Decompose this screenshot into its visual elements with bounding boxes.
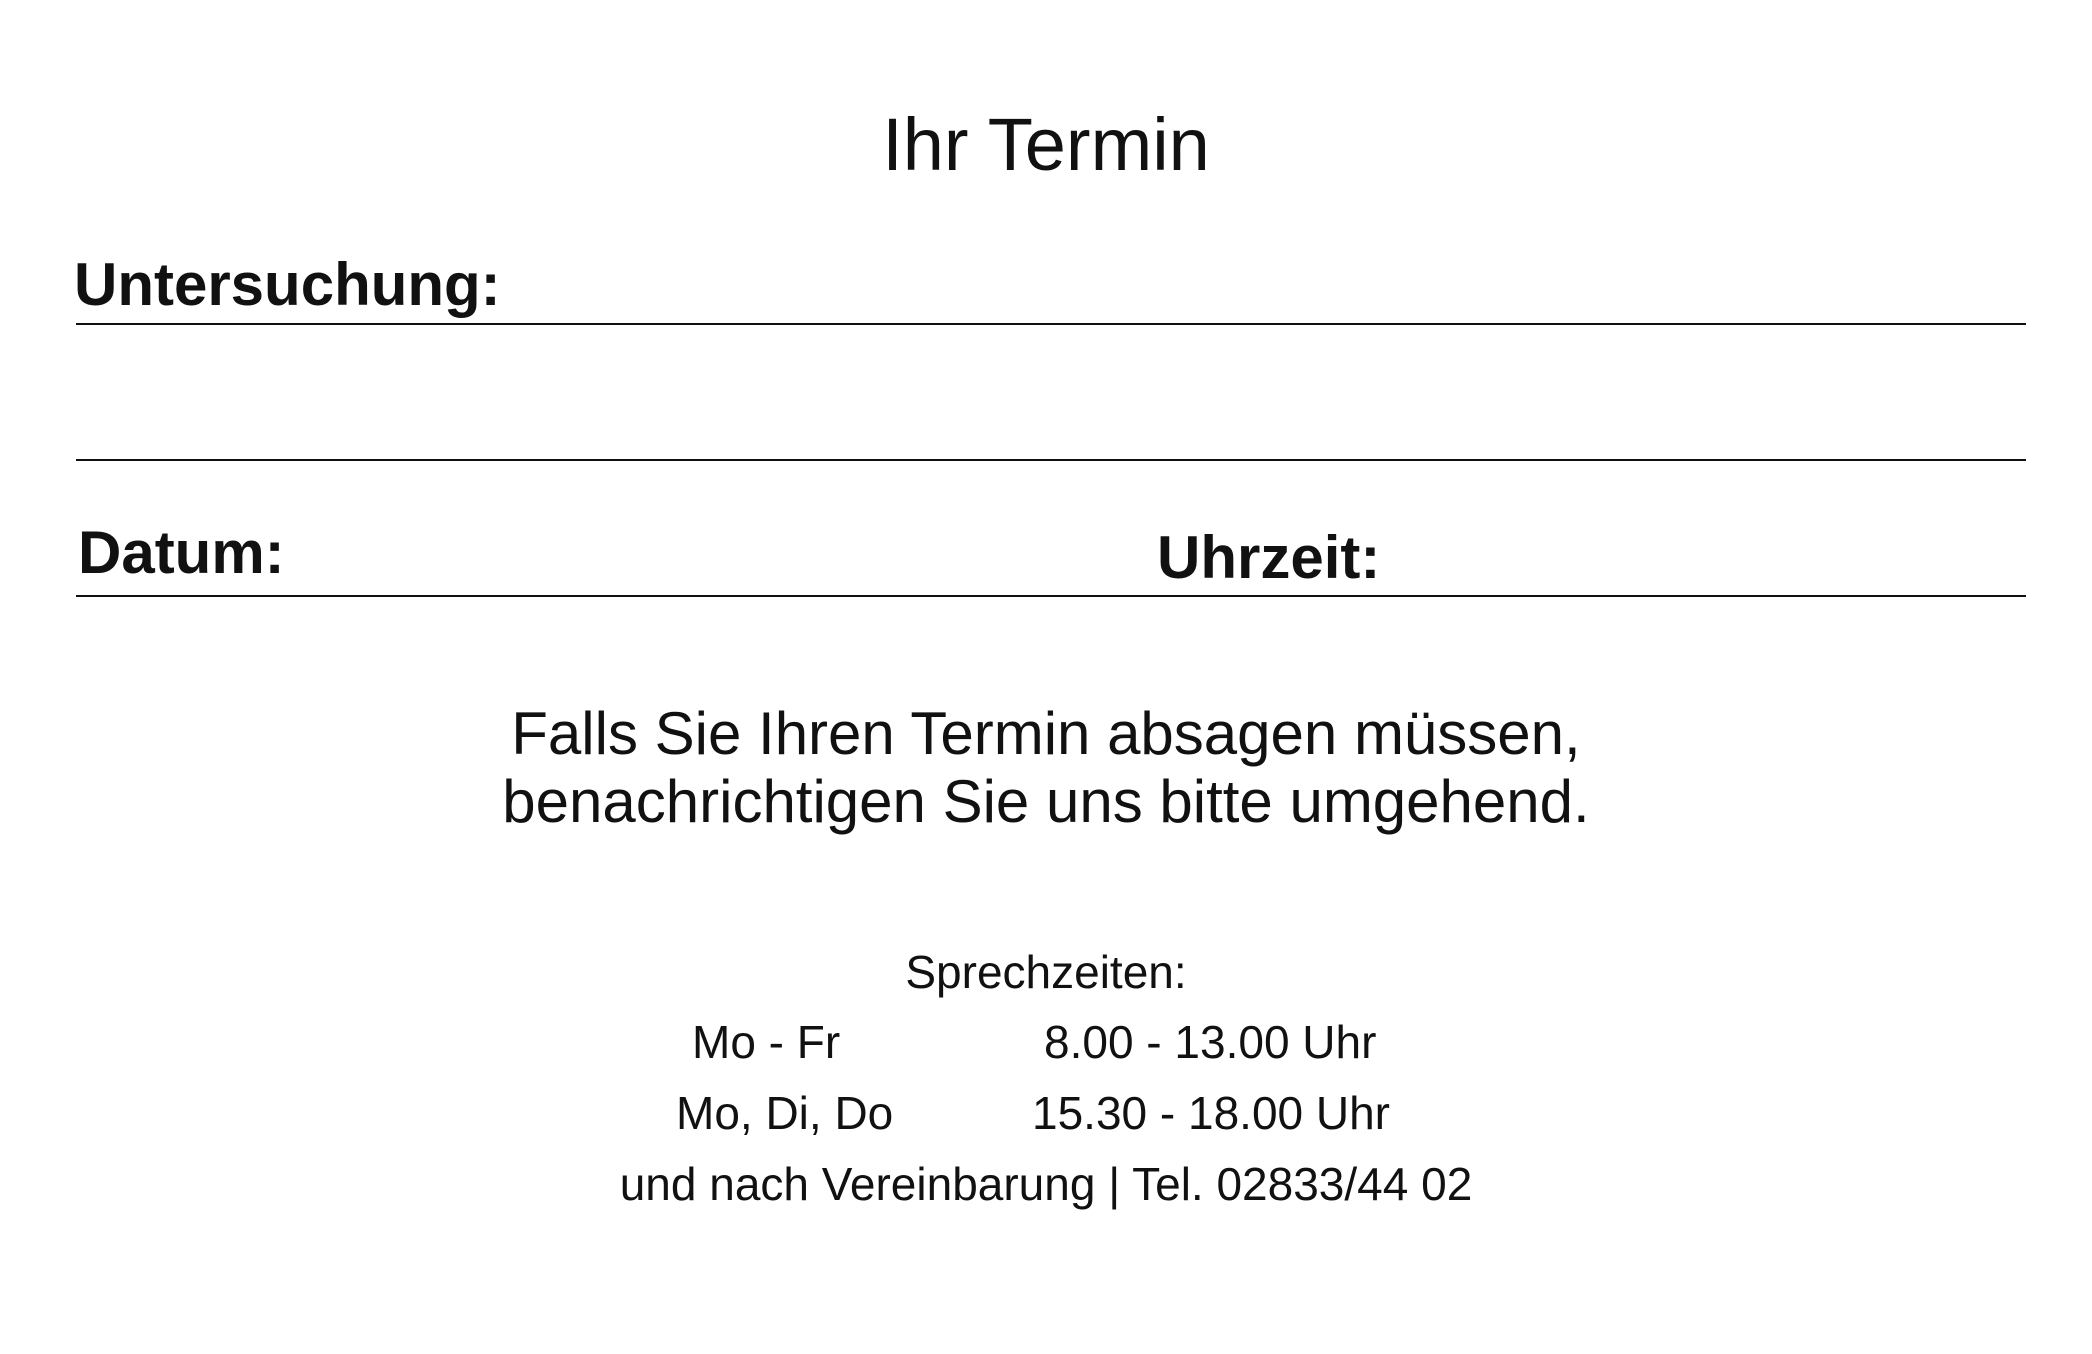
office-hours-heading: Sprechzeiten: <box>905 946 1187 998</box>
hours-row-1-time: 8.00 - 13.00 Uhr <box>1044 1016 1377 1068</box>
notice-line-2: benachrichtigen Sie uns bitte umgehend. <box>502 768 1590 835</box>
examination-line-2 <box>76 459 2026 461</box>
notice-line-1: Falls Sie Ihren Termin absagen müssen, <box>511 700 1581 767</box>
time-label: Uhrzeit: <box>1157 524 1381 591</box>
hours-row-2-days: Mo, Di, Do <box>676 1087 894 1139</box>
examination-line-1 <box>76 323 2026 325</box>
hours-row-1-days: Mo - Fr <box>692 1016 841 1068</box>
office-hours-footer: und nach Vereinbarung | Tel. 02833/44 02 <box>619 1158 1473 1210</box>
date-label: Datum: <box>78 519 285 586</box>
card-title: Ihr Termin <box>882 103 1210 186</box>
hours-row-2-time: 15.30 - 18.00 Uhr <box>1032 1087 1391 1139</box>
examination-label: Untersuchung: <box>74 251 501 318</box>
cancellation-notice: Falls Sie Ihren Termin absagen müssen, b… <box>0 700 2092 836</box>
date-time-line <box>76 595 2026 597</box>
